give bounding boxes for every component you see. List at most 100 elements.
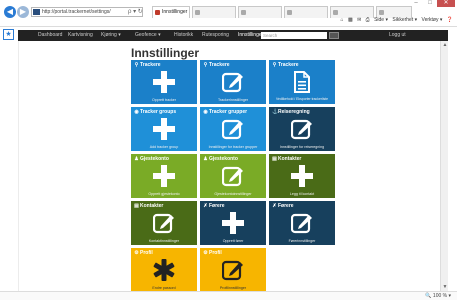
tile-gjestekonto-innstillinger[interactable]: ♟Gjestekonto Gjestekontoinnstillinger xyxy=(200,154,266,198)
nav-kjoring[interactable]: Kjøring ▾ xyxy=(101,30,121,41)
plus-icon xyxy=(153,165,175,187)
address-tools[interactable]: ρ ▾ ↻ xyxy=(128,7,143,17)
tile-caption: Opprett tracker xyxy=(152,98,176,102)
nav-kartvisning[interactable]: Kartvisning xyxy=(68,30,93,41)
tile-title: Trackere xyxy=(140,62,161,68)
plus-icon xyxy=(222,212,244,234)
tile-title: Gjestekonto xyxy=(140,156,169,162)
nav-rutesporing[interactable]: Rutesporing xyxy=(202,30,229,41)
tile-reiseregning-innstillinger[interactable]: ⚓Reiseregning Innstillinger for reisereg… xyxy=(269,107,335,151)
wrench-icon: ✗ xyxy=(272,203,277,209)
gear-icon: ⚙ xyxy=(134,250,139,256)
tile-kontakter-innstillinger[interactable]: ▤Kontakter Kontaktinnstillinger xyxy=(131,201,197,245)
search-input[interactable]: Search xyxy=(261,32,327,39)
edit-icon xyxy=(221,118,244,140)
nav-geofence[interactable]: Geofence ▾ xyxy=(135,30,161,41)
tile-forere-innstillinger[interactable]: ✗Førere Førerinnstillinger xyxy=(269,201,335,245)
logout-link[interactable]: Logg ut xyxy=(389,30,406,41)
edit-icon xyxy=(290,118,313,140)
scroll-down-icon[interactable]: ▼ xyxy=(442,284,448,290)
tile-title: Trackere xyxy=(209,62,230,68)
plus-icon xyxy=(153,71,175,93)
tile-trackere-eksporter[interactable]: ⚲ Trackere Vedlikehold / Eksporter tracke… xyxy=(269,60,335,104)
tile-caption: Add tracker group xyxy=(149,145,179,149)
tile-caption: Endre passord xyxy=(152,286,176,290)
plus-icon xyxy=(153,118,175,140)
tile-forere-opprett[interactable]: ✗Førere Opprett fører xyxy=(200,201,266,245)
command-bar: ⌂ ▩ ✉ ⎙ Side ▾ Sikkerhet ▾ Verktøy ▾ ❓ xyxy=(338,17,453,23)
tile-tracker-groups-add[interactable]: ◉Tracker groups Add tracker group xyxy=(131,107,197,151)
car-icon: ⚓ xyxy=(272,109,279,115)
page-menu[interactable]: Side ▾ xyxy=(374,17,388,23)
tools-menu[interactable]: Verktøy ▾ xyxy=(422,17,443,23)
tile-gjestekonto-opprett[interactable]: ♟Gjestekonto Opprett gjestekonto xyxy=(131,154,197,198)
tab-innstillinger[interactable]: Innstillinger xyxy=(152,6,190,18)
tab-icon xyxy=(155,10,160,15)
feeds-icon[interactable]: ▩ xyxy=(348,17,353,23)
tile-caption: Innstillinger for tracker grupper xyxy=(208,145,258,149)
card-icon: ▤ xyxy=(134,203,139,209)
app-navbar: Dashboard Kartvisning Kjøring ▾ Geofence… xyxy=(18,30,448,41)
map-pin-icon: ⚲ xyxy=(203,62,208,68)
card-icon: ▤ xyxy=(272,156,277,162)
tile-caption: Trackerinnstillinger xyxy=(217,98,249,102)
edit-icon xyxy=(152,212,175,234)
nav-historikk[interactable]: Historikk xyxy=(174,30,193,41)
tile-trackere-innstillinger[interactable]: ⚲ Trackere Trackerinnstillinger xyxy=(200,60,266,104)
search-button[interactable] xyxy=(329,32,339,39)
tile-caption: Førerinnstillinger xyxy=(288,239,316,243)
tile-profil-innstillinger[interactable]: ⚙Profil Profilinnstillinger xyxy=(200,248,266,292)
tile-kontakter-legg-til[interactable]: ▤Kontakter Legg til kontakt xyxy=(269,154,335,198)
tile-title: Tracker groups xyxy=(140,109,177,115)
tab-2[interactable] xyxy=(192,6,236,18)
gear-icon: ⚙ xyxy=(203,250,208,256)
tile-trackere-opprett[interactable]: ⚲ Trackere Opprett tracker xyxy=(131,60,197,104)
edit-icon xyxy=(221,259,244,281)
tile-title: Kontakter xyxy=(140,203,164,209)
document-icon xyxy=(291,71,313,93)
eye-icon: ◉ xyxy=(203,109,208,115)
tab-icon xyxy=(195,10,200,15)
scrollbar[interactable]: ▲ ▼ xyxy=(440,41,448,291)
tab-4[interactable] xyxy=(284,6,328,18)
page-content: Innstillinger ▲ ▼ ⚲ Trackere Opprett trac… xyxy=(18,41,448,292)
tile-caption: Vedlikehold / Eksporter trackerliste xyxy=(275,97,328,102)
edit-icon xyxy=(290,212,313,234)
tab-3[interactable] xyxy=(238,6,282,18)
tile-title: Trackere xyxy=(278,62,299,68)
map-pin-icon: ⚲ xyxy=(272,62,277,68)
site-icon xyxy=(33,9,40,15)
tile-title: Førere xyxy=(209,203,225,209)
tile-caption: Opprett gjestekonto xyxy=(148,192,180,196)
eye-icon: ◉ xyxy=(134,109,139,115)
tile-title: Profil xyxy=(140,250,153,256)
tile-caption: Gjestekontoinnstillinger xyxy=(214,192,252,196)
window-controls: – □ ✕ xyxy=(409,0,455,7)
mail-icon[interactable]: ✉ xyxy=(357,17,361,23)
help-icon[interactable]: ❓ xyxy=(447,17,453,23)
favorites-icon[interactable]: ★ xyxy=(3,29,14,40)
tile-caption: Opprett fører xyxy=(222,239,244,243)
nav-dashboard[interactable]: Dashboard xyxy=(38,30,62,41)
user-icon: ♟ xyxy=(134,156,139,162)
home-icon[interactable]: ⌂ xyxy=(341,17,344,23)
tile-caption: Kontaktinnstillinger xyxy=(148,239,180,243)
asterisk-icon xyxy=(153,259,175,281)
tile-caption: Profilinnstillinger xyxy=(219,286,247,290)
map-pin-icon: ⚲ xyxy=(134,62,139,68)
zoom-level[interactable]: 🔍 100 % ▾ xyxy=(425,293,451,299)
close-window-button[interactable]: ✕ xyxy=(437,0,455,7)
plus-icon xyxy=(291,165,313,187)
address-bar[interactable]: http://portal.trackernet/settings/ xyxy=(31,7,143,17)
tab-label: Innstillinger xyxy=(162,9,188,15)
edit-icon xyxy=(221,165,244,187)
maximize-button[interactable]: □ xyxy=(423,0,437,7)
scroll-up-icon[interactable]: ▲ xyxy=(442,42,448,48)
nav-innstillinger[interactable]: Innstillinger xyxy=(238,30,263,41)
safety-menu[interactable]: Sikkerhet ▾ xyxy=(392,17,417,23)
back-button[interactable]: ◀ xyxy=(4,6,16,18)
tile-profil-endre-passord[interactable]: ⚙Profil Endre passord xyxy=(131,248,197,292)
forward-button[interactable]: ▶ xyxy=(17,6,29,18)
tile-tracker-grupper-innstillinger[interactable]: ◉Tracker grupper Innstillinger for track… xyxy=(200,107,266,151)
print-icon[interactable]: ⎙ xyxy=(366,17,370,23)
